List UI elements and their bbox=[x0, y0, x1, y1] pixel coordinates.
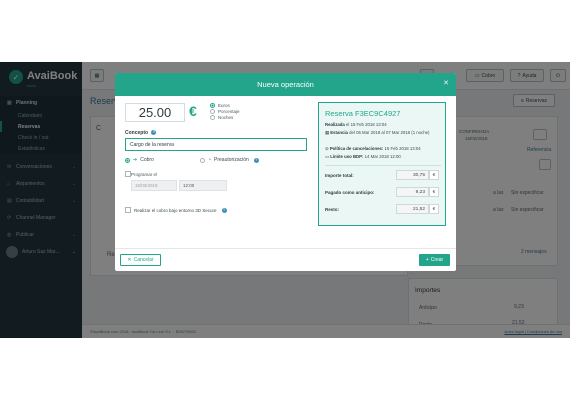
programar-time-input[interactable]: 12:00 bbox=[179, 180, 227, 191]
lock-icon: ◔ bbox=[208, 157, 212, 163]
reserva-summary-panel: Reserva F3EC9C4927 Realizada el 15 Feb 2… bbox=[318, 102, 446, 226]
amount-input[interactable]: 25.00 bbox=[125, 103, 185, 122]
help-icon[interactable]: ? bbox=[151, 130, 157, 136]
radio-button[interactable] bbox=[210, 108, 215, 114]
currency-addon: € bbox=[429, 204, 439, 214]
modal-header: Nueva operación ✕ bbox=[115, 73, 456, 96]
programar-label: Programar el bbox=[131, 172, 158, 177]
resto-value: 21,52 bbox=[396, 204, 429, 214]
secure-checkbox-row[interactable]: Realizar el cobro bajo entorno 3D Secure… bbox=[125, 207, 227, 213]
arrow-icon: ➔ bbox=[133, 157, 138, 163]
cancel-button[interactable]: ✕ Cancelar bbox=[120, 254, 161, 266]
realizada-line: Realizada el 15 Feb 2018 13:04 bbox=[325, 122, 387, 127]
calendar-icon: ▦ bbox=[325, 130, 330, 135]
help-icon[interactable]: ? bbox=[253, 157, 259, 163]
app-window: ✓ AvaiBook SUITE ▦ Planning Calendario R… bbox=[0, 62, 570, 338]
currency-addon: € bbox=[429, 170, 439, 180]
resto-label: Resto: bbox=[325, 207, 340, 212]
card-icon: ▭ bbox=[325, 154, 330, 159]
checkbox[interactable] bbox=[125, 207, 131, 213]
modal-footer: ✕ Cancelar + Crear bbox=[115, 248, 456, 271]
create-button[interactable]: + Crear bbox=[419, 254, 450, 266]
unit-radio-group: Euros Porcentaje Noches bbox=[210, 102, 240, 120]
currency-symbol: € bbox=[189, 103, 197, 119]
radio-noches[interactable]: Noches bbox=[210, 114, 240, 120]
nueva-operacion-modal: Nueva operación ✕ 25.00 € Euros Porcenta… bbox=[115, 73, 456, 271]
option-cobro[interactable]: ➔ Cobro bbox=[125, 157, 154, 163]
radio-button[interactable] bbox=[210, 114, 215, 120]
reserva-title: Reserva F3EC9C4927 bbox=[325, 109, 401, 118]
modal-title: Nueva operación bbox=[257, 80, 314, 89]
radio-porcentaje[interactable]: Porcentaje bbox=[210, 108, 240, 114]
help-icon[interactable]: ? bbox=[221, 207, 227, 213]
radio-button[interactable] bbox=[210, 102, 215, 108]
close-icon: ✕ bbox=[127, 257, 132, 263]
limite-line: ▭ Límite uso BDP: 14 Mar 2018 12:00 bbox=[325, 154, 401, 159]
plus-icon: + bbox=[425, 257, 429, 263]
pagado-label: Pagado como anticipo: bbox=[325, 190, 375, 195]
option-preautorizacion[interactable]: ◔ Preautorización ? bbox=[200, 157, 259, 163]
close-icon[interactable]: ✕ bbox=[443, 79, 449, 87]
concepto-label: Concepto ? bbox=[125, 130, 157, 136]
pagado-value: 9,23 bbox=[396, 187, 429, 197]
currency-addon: € bbox=[429, 187, 439, 197]
estancia-line: ▦ Estancia del 06 Mar 2018 al 07 Mar 201… bbox=[325, 130, 430, 135]
shield-icon: ⊘ bbox=[325, 146, 329, 151]
importe-total-label: Importe total: bbox=[325, 173, 354, 178]
radio-button[interactable] bbox=[200, 157, 205, 163]
divider bbox=[325, 165, 441, 166]
programar-date-input[interactable]: 15/03/2018 bbox=[131, 180, 177, 191]
radio-button[interactable] bbox=[125, 157, 130, 163]
importe-total-value: 30,75 bbox=[396, 170, 429, 180]
concepto-input[interactable]: Cargo de la reserva bbox=[125, 138, 307, 151]
politica-line: ⊘ Política de cancelaciones: 15 Feb 2018… bbox=[325, 146, 421, 151]
